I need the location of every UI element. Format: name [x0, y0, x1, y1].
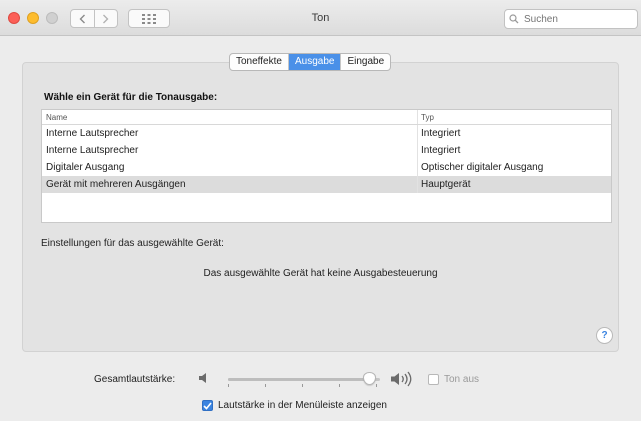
device-type: Integriert [417, 125, 611, 142]
tab-eingabe[interactable]: Eingabe [340, 54, 390, 70]
table-row[interactable]: Interne Lautsprecher Integriert [42, 125, 611, 142]
slider-knob[interactable] [363, 372, 376, 385]
output-volume-slider[interactable] [228, 371, 380, 387]
column-header-type[interactable]: Typ [417, 110, 611, 124]
tab-ausgabe[interactable]: Ausgabe [287, 54, 341, 70]
selected-device-settings-label: Einstellungen für das ausgewählte Gerät: [41, 238, 224, 249]
table-header: Name Typ [42, 110, 611, 125]
help-icon: ? [601, 330, 608, 341]
table-row[interactable]: Digitaler Ausgang Optischer digitaler Au… [42, 159, 611, 176]
mute-label: Ton aus [444, 374, 480, 385]
table-row[interactable]: Interne Lautsprecher Integriert [42, 142, 611, 159]
output-volume-label: Gesamtlautstärke: [94, 374, 176, 385]
search-icon [509, 14, 519, 24]
help-button[interactable]: ? [596, 327, 613, 344]
output-device-heading: Wähle ein Gerät für die Tonausgabe: [44, 92, 218, 103]
device-name: Interne Lautsprecher [46, 128, 139, 139]
slider-fill [228, 378, 370, 381]
speaker-low-icon [199, 373, 206, 383]
tab-toneffekte[interactable]: Toneffekte [230, 54, 288, 70]
device-type: Integriert [417, 142, 611, 159]
slider-tick [339, 384, 340, 387]
search-input[interactable] [522, 12, 622, 26]
slider-tick [302, 384, 303, 387]
table-row-selected[interactable]: Gerät mit mehreren Ausgängen Hauptgerät [42, 176, 611, 193]
device-name: Digitaler Ausgang [46, 162, 125, 173]
title-bar: Ton [0, 0, 641, 36]
column-header-name[interactable]: Name [42, 110, 417, 124]
show-volume-in-menu-bar-checkbox[interactable] [202, 400, 213, 411]
tab-bar: Toneffekte Ausgabe Eingabe [229, 53, 392, 71]
device-name: Interne Lautsprecher [46, 145, 139, 156]
slider-tick [228, 384, 229, 387]
slider-tick [265, 384, 266, 387]
show-volume-in-menu-bar-label: Lautstärke in der Menüleiste anzeigen [218, 400, 387, 411]
speaker-high-icon [391, 371, 412, 387]
sound-preferences-window: Ton Toneffekte Ausgabe Eingabe Wähle ein… [0, 0, 641, 421]
device-type: Hauptgerät [417, 176, 611, 193]
output-device-table: Name Typ Interne Lautsprecher Integriert… [41, 109, 612, 223]
slider-tick [376, 384, 377, 387]
mute-checkbox[interactable] [428, 374, 439, 385]
no-output-control-message: Das ausgewählte Gerät hat keine Ausgabes… [203, 268, 438, 279]
device-name: Gerät mit mehreren Ausgängen [46, 179, 186, 190]
search-field[interactable] [504, 9, 638, 29]
device-type: Optischer digitaler Ausgang [417, 159, 611, 176]
checkmark-icon [203, 401, 212, 410]
